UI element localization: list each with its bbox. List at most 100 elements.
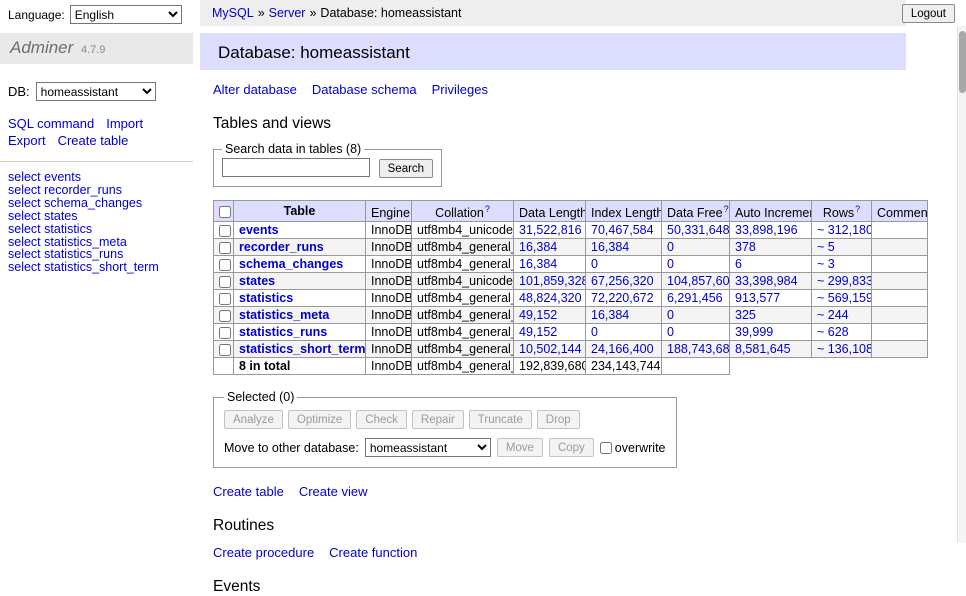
sidebar-table-link[interactable]: statistics_short_term [44,260,159,274]
table-row: statistics_metaInnoDButf8mb4_general_ci4… [214,307,928,324]
data-free-cell: 0 [662,256,730,273]
sidebar-table-link[interactable]: statistics [44,222,92,236]
auto-increment-cell: 6 [730,256,812,273]
app-version[interactable]: 4.7.9 [81,44,105,56]
row-checkbox[interactable] [219,259,231,271]
table-name-link[interactable]: recorder_runs [239,240,324,254]
check-button[interactable]: Check [356,410,407,429]
table-name-cell: statistics [234,290,366,307]
index-length-cell: 24,166,400 [586,341,662,358]
row-checkbox[interactable] [219,293,231,305]
column-help-link[interactable]: ? [724,204,729,214]
db-action-link[interactable]: Privileges [432,82,488,97]
tables-section-title: Tables and views [213,115,906,133]
analyze-button[interactable]: Analyze [224,410,283,429]
auto-increment-cell: 33,898,196 [730,222,812,239]
sidebar-select-link[interactable]: select [8,196,41,210]
create-link[interactable]: Create view [299,484,368,499]
row-checkbox[interactable] [219,327,231,339]
sidebar-action-link[interactable]: Create table [58,133,129,148]
create-link[interactable]: Create table [213,484,284,499]
db-select[interactable]: homeassistant [36,82,156,101]
scrollbar-thumb[interactable] [959,31,966,93]
db-action-link[interactable]: Database schema [312,82,417,97]
overwrite-checkbox[interactable] [600,442,612,454]
table-name-cell: recorder_runs [234,239,366,256]
row-checkbox[interactable] [219,310,231,322]
breadcrumb: MySQL»Server»Database: homeassistant [200,0,906,26]
routine-link[interactable]: Create procedure [213,545,314,560]
index-length-cell: 0 [586,324,662,341]
sidebar-select-link[interactable]: select [8,235,41,249]
column-label: Data Free [667,206,723,220]
breadcrumb-item[interactable]: MySQL [212,6,254,20]
vertical-scrollbar[interactable] [957,26,966,543]
select-all-checkbox[interactable] [219,206,231,218]
sidebar-select-link[interactable]: select [8,247,41,261]
column-help-link[interactable]: ? [855,204,860,214]
copy-button[interactable]: Copy [549,438,594,457]
row-check-cell [214,341,234,358]
table-name-link[interactable]: statistics_short_term [239,342,365,356]
total-data-length-cell: 192,839,680 [514,358,586,375]
engine-cell: InnoDB [366,222,412,239]
search-input[interactable] [222,158,370,177]
row-checkbox[interactable] [219,276,231,288]
logout-button[interactable]: Logout [902,4,955,23]
db-action-link[interactable]: Alter database [213,82,297,97]
optimize-button[interactable]: Optimize [288,410,351,429]
column-header-comment: Comment? [872,201,928,222]
move-button[interactable]: Move [497,438,543,457]
data-length-cell: 10,502,144 [514,341,586,358]
column-header-index-length: Index Length? [586,201,662,222]
breadcrumb-item: Database: homeassistant [320,6,461,20]
comment-cell [872,273,928,290]
row-checkbox[interactable] [219,242,231,254]
drop-button[interactable]: Drop [537,410,580,429]
auto-increment-cell: 325 [730,307,812,324]
index-length-cell: 67,256,320 [586,273,662,290]
row-checkbox[interactable] [219,344,231,356]
sidebar-table-link[interactable]: statistics_runs [44,247,123,261]
comment-cell [872,256,928,273]
comment-cell [872,239,928,256]
data-length-cell: 49,152 [514,324,586,341]
rows-cell: ~ 299,833 [812,273,872,290]
table-row: statistics_short_termInnoDButf8mb4_gener… [214,341,928,358]
table-name-cell: statistics_meta [234,307,366,324]
events-section-title: Events [213,578,906,596]
table-name-link[interactable]: statistics [239,291,293,305]
table-name-link[interactable]: schema_changes [239,257,343,271]
sidebar-table-link[interactable]: recorder_runs [44,183,122,197]
breadcrumb-item[interactable]: Server [269,6,306,20]
sidebar-action-row: Export Create table [8,132,183,149]
routine-link[interactable]: Create function [329,545,417,560]
sidebar: Adminer 4.7.9 DB: homeassistant SQL comm… [0,33,193,274]
sidebar-action-link[interactable]: Export [8,133,46,148]
table-row: recorder_runsInnoDButf8mb4_general_ci16,… [214,239,928,256]
sidebar-table-link[interactable]: events [44,170,81,184]
sidebar-action-link[interactable]: Import [106,116,143,131]
sidebar-select-link[interactable]: select [8,170,41,184]
sidebar-table-link[interactable]: statistics_meta [44,235,127,249]
row-checkbox[interactable] [219,225,231,237]
rows-cell: ~ 312,180 [812,222,872,239]
truncate-button[interactable]: Truncate [469,410,532,429]
repair-button[interactable]: Repair [412,410,464,429]
table-name-link[interactable]: statistics_runs [239,325,327,339]
table-name-link[interactable]: statistics_meta [239,308,329,322]
sidebar-action-link[interactable]: SQL command [8,116,94,131]
sidebar-select-link[interactable]: select [8,183,41,197]
move-db-select[interactable]: homeassistant [365,438,491,457]
table-name-link[interactable]: events [239,223,279,237]
search-button[interactable]: Search [379,159,433,178]
sidebar-table-link[interactable]: states [44,209,77,223]
sidebar-select-link[interactable]: select [8,209,41,223]
column-help-link[interactable]: ? [485,204,490,214]
language-select[interactable]: English [70,5,182,24]
data-free-cell: 104,857,600 [662,273,730,290]
sidebar-table-link[interactable]: schema_changes [44,196,142,210]
table-name-link[interactable]: states [239,274,275,288]
sidebar-select-link[interactable]: select [8,260,41,274]
sidebar-select-link[interactable]: select [8,222,41,236]
